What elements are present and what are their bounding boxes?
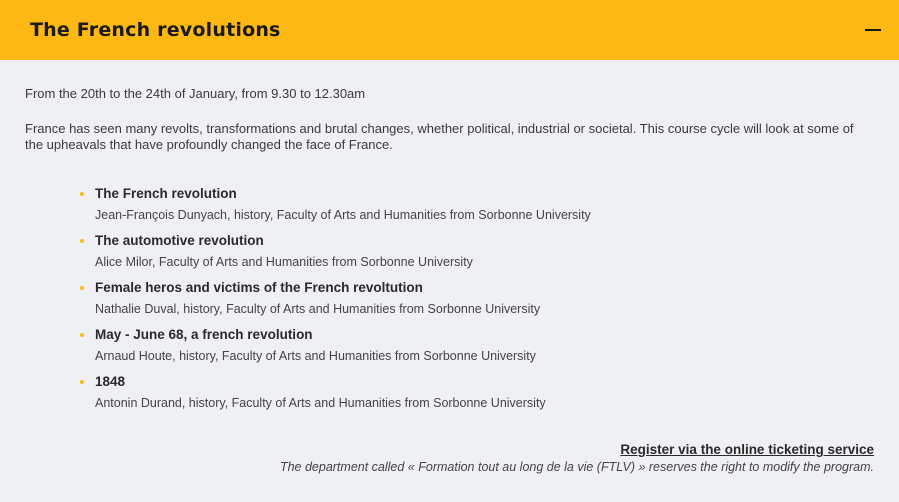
accordion-header[interactable]: The French revolutions [0, 0, 899, 60]
session-title: The French revolution [95, 186, 237, 201]
accordion-title: The French revolutions [30, 19, 281, 41]
session-list: The French revolution Jean-François Duny… [80, 185, 860, 420]
session-title: The automotive revolution [95, 233, 264, 248]
session-title: 1848 [95, 374, 126, 389]
session-speaker: Antonin Durand, history, Faculty of Arts… [95, 396, 546, 410]
register-link[interactable]: Register via the online ticketing servic… [620, 442, 874, 457]
session-speaker: Jean-François Dunyach, history, Faculty … [95, 208, 591, 222]
accordion-body: From the 20th to the 24th of January, fr… [0, 60, 899, 502]
list-item: Female heros and victims of the French r… [80, 279, 860, 326]
bullet-icon [80, 192, 84, 196]
bullet-icon [80, 239, 84, 243]
list-item: May - June 68, a french revolution Arnau… [80, 326, 860, 373]
session-speaker: Alice Milor, Faculty of Arts and Humanit… [95, 255, 473, 269]
bullet-icon [80, 333, 84, 337]
session-speaker: Nathalie Duval, history, Faculty of Arts… [95, 302, 541, 316]
bullet-icon [80, 380, 84, 384]
list-item: The automotive revolution Alice Milor, F… [80, 232, 860, 279]
session-speaker: Arnaud Houte, history, Faculty of Arts a… [95, 349, 536, 363]
list-item: The French revolution Jean-François Duny… [80, 185, 860, 232]
session-title: Female heros and victims of the French r… [95, 280, 423, 295]
minus-icon[interactable] [865, 22, 881, 38]
program-disclaimer: The department called « Formation tout a… [279, 460, 874, 474]
bullet-icon [80, 286, 84, 290]
list-item: 1848 Antonin Durand, history, Faculty of… [80, 373, 860, 420]
course-dates: From the 20th to the 24th of January, fr… [25, 86, 366, 101]
course-description: France has seen many revolts, transforma… [25, 121, 854, 152]
session-title: May - June 68, a french revolution [95, 327, 313, 342]
